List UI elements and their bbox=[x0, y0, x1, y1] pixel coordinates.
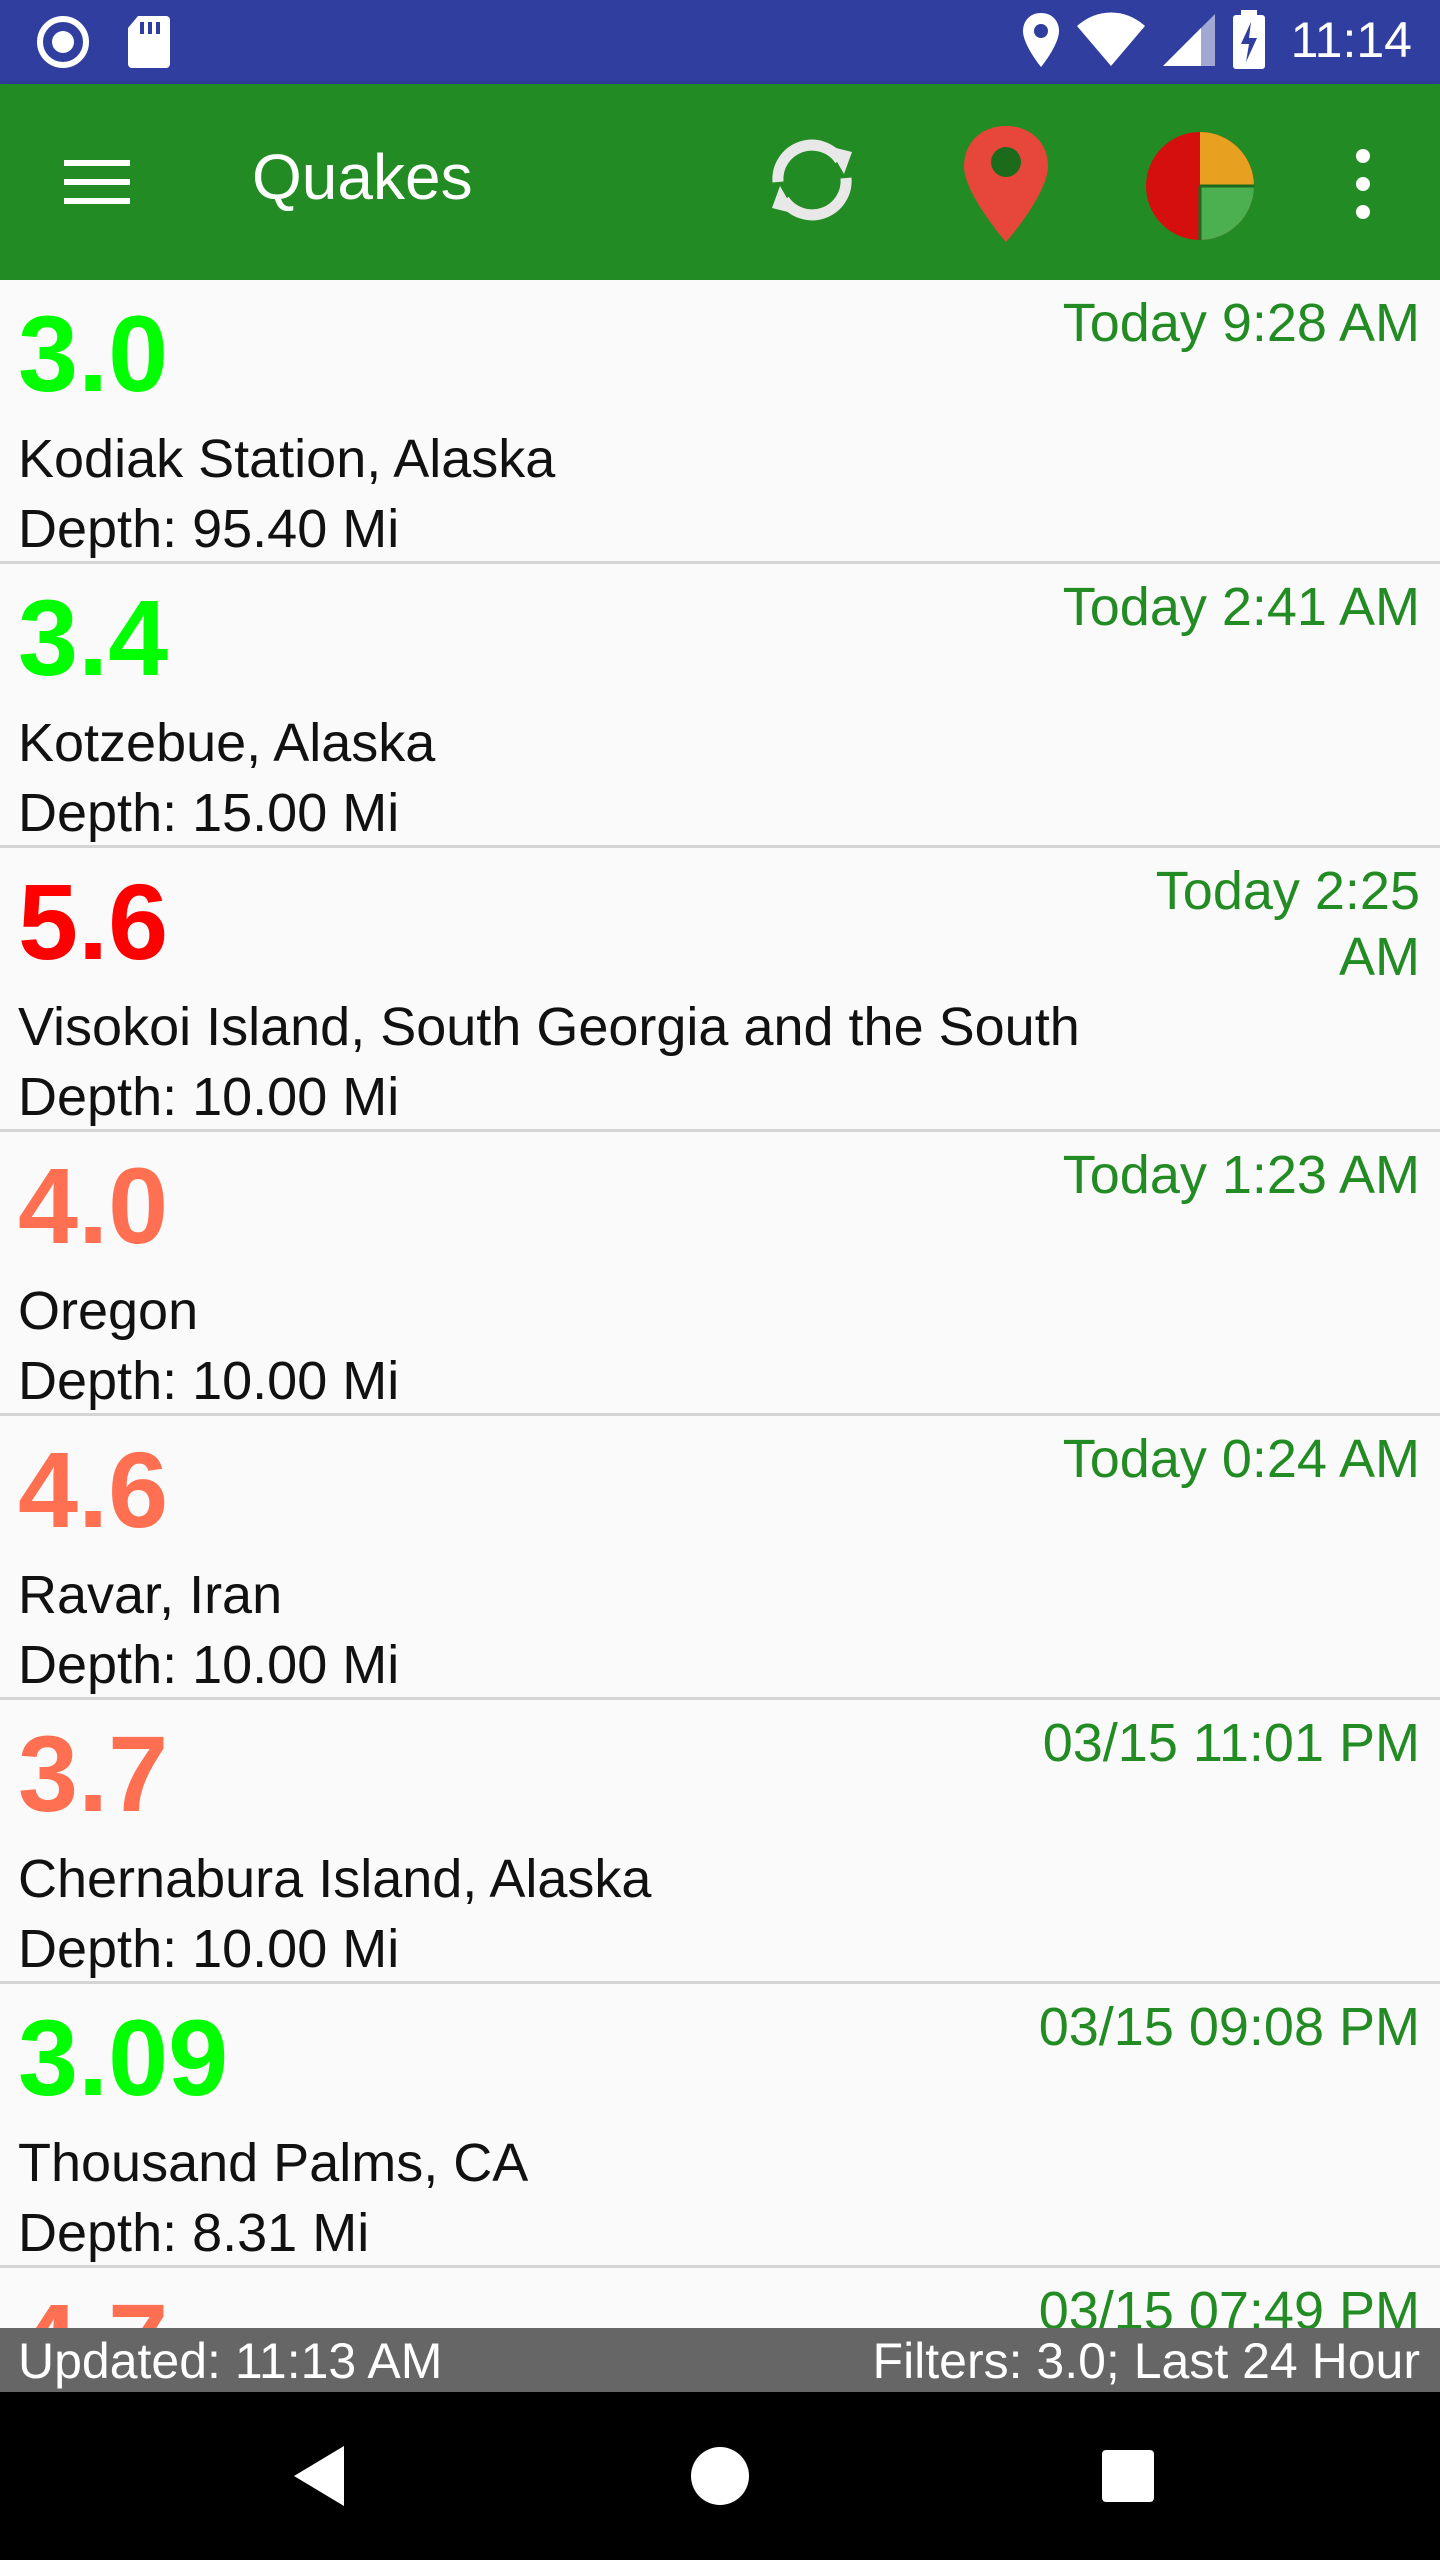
battery-charging-icon bbox=[1232, 10, 1265, 69]
quake-time: Today 2:25 AM bbox=[1155, 861, 1420, 987]
quake-list-item[interactable]: 3.09 03/15 09:08 PM Thousand Palms, CA D… bbox=[0, 1984, 1440, 2268]
quake-time: Today 1:23 AM bbox=[1062, 1145, 1420, 1205]
app-title: Quakes bbox=[252, 141, 473, 213]
quake-list-item[interactable]: 5.6 Today 2:25 AM Visokoi Island, South … bbox=[0, 848, 1440, 1132]
quake-magnitude: 4.7 bbox=[18, 2288, 168, 2329]
quake-magnitude: 3.09 bbox=[18, 1997, 229, 2118]
footer-status-bar: Updated: 11:13 AM Filters: 3.0; Last 24 … bbox=[0, 2328, 1440, 2392]
quake-place: Oregon bbox=[18, 1281, 199, 1341]
quake-magnitude: 5.6 bbox=[18, 861, 169, 982]
quake-depth: Depth: 95.40 Mi bbox=[18, 499, 400, 559]
pie-chart-icon[interactable] bbox=[1140, 124, 1260, 244]
quake-place: Visokoi Island, South Georgia and the So… bbox=[18, 997, 1080, 1057]
quake-place: Kodiak Station, Alaska bbox=[18, 429, 556, 489]
back-icon[interactable] bbox=[282, 2436, 362, 2516]
notification-dot-icon bbox=[37, 16, 89, 68]
quake-magnitude: 3.4 bbox=[18, 577, 169, 698]
status-time: 11:14 bbox=[1290, 12, 1412, 68]
quake-list-item[interactable]: 4.0 Today 1:23 AM Oregon Depth: 10.00 Mi bbox=[0, 1132, 1440, 1416]
quake-place: Ravar, Iran bbox=[18, 1565, 283, 1625]
status-bar: 11:14 bbox=[0, 0, 1440, 84]
quake-magnitude: 4.0 bbox=[18, 1145, 169, 1266]
quake-time: 03/15 09:08 PM bbox=[1038, 1997, 1420, 2057]
home-icon[interactable] bbox=[690, 2436, 750, 2516]
quake-list[interactable]: 3.0 Today 9:28 AM Kodiak Station, Alaska… bbox=[0, 280, 1440, 2328]
quake-magnitude: 3.7 bbox=[18, 1713, 169, 1834]
location-icon bbox=[1022, 13, 1059, 67]
filters-label: Filters: 3.0; Last 24 Hour bbox=[872, 2333, 1420, 2389]
quake-depth: Depth: 10.00 Mi bbox=[18, 1919, 400, 1979]
quake-magnitude: 4.6 bbox=[18, 1429, 169, 1550]
quake-depth: Depth: 15.00 Mi bbox=[18, 783, 400, 843]
recent-apps-icon[interactable] bbox=[1098, 2436, 1158, 2516]
quake-list-item[interactable]: 3.7 03/15 11:01 PM Chernabura Island, Al… bbox=[0, 1700, 1440, 1984]
quake-place: Kotzebue, Alaska bbox=[18, 713, 436, 773]
quake-place: Chernabura Island, Alaska bbox=[18, 1849, 652, 1909]
updated-label: Updated: 11:13 AM bbox=[18, 2333, 443, 2389]
navigation-bar bbox=[0, 2392, 1440, 2560]
quake-time: 03/15 11:01 PM bbox=[1042, 1713, 1420, 1773]
signal-icon bbox=[1162, 14, 1215, 66]
quake-list-item[interactable]: 3.0 Today 9:28 AM Kodiak Station, Alaska… bbox=[0, 280, 1440, 564]
wifi-icon bbox=[1076, 12, 1145, 66]
quake-time: Today 0:24 AM bbox=[1062, 1429, 1420, 1489]
quake-depth: Depth: 10.00 Mi bbox=[18, 1635, 400, 1695]
more-vert-icon[interactable] bbox=[1338, 134, 1388, 234]
quake-time: Today 2:41 AM bbox=[1062, 577, 1420, 637]
quake-time: Today 9:28 AM bbox=[1062, 293, 1420, 353]
map-pin-icon[interactable] bbox=[954, 122, 1058, 246]
app-bar: Quakes bbox=[0, 84, 1440, 280]
quake-time: 03/15 07:49 PM bbox=[1038, 2281, 1420, 2328]
quake-list-item[interactable]: 4.7 03/15 07:49 PM bbox=[0, 2268, 1440, 2328]
quake-depth: Depth: 10.00 Mi bbox=[18, 1067, 400, 1127]
quake-magnitude: 3.0 bbox=[18, 293, 169, 414]
quake-list-item[interactable]: 3.4 Today 2:41 AM Kotzebue, Alaska Depth… bbox=[0, 564, 1440, 848]
quake-list-item[interactable]: 4.6 Today 0:24 AM Ravar, Iran Depth: 10.… bbox=[0, 1416, 1440, 1700]
sd-card-icon bbox=[128, 16, 170, 68]
quake-depth: Depth: 8.31 Mi bbox=[18, 2203, 370, 2263]
quake-place: Thousand Palms, CA bbox=[18, 2133, 529, 2193]
refresh-icon[interactable] bbox=[760, 128, 864, 232]
menu-icon[interactable] bbox=[52, 142, 142, 222]
quake-depth: Depth: 10.00 Mi bbox=[18, 1351, 400, 1411]
